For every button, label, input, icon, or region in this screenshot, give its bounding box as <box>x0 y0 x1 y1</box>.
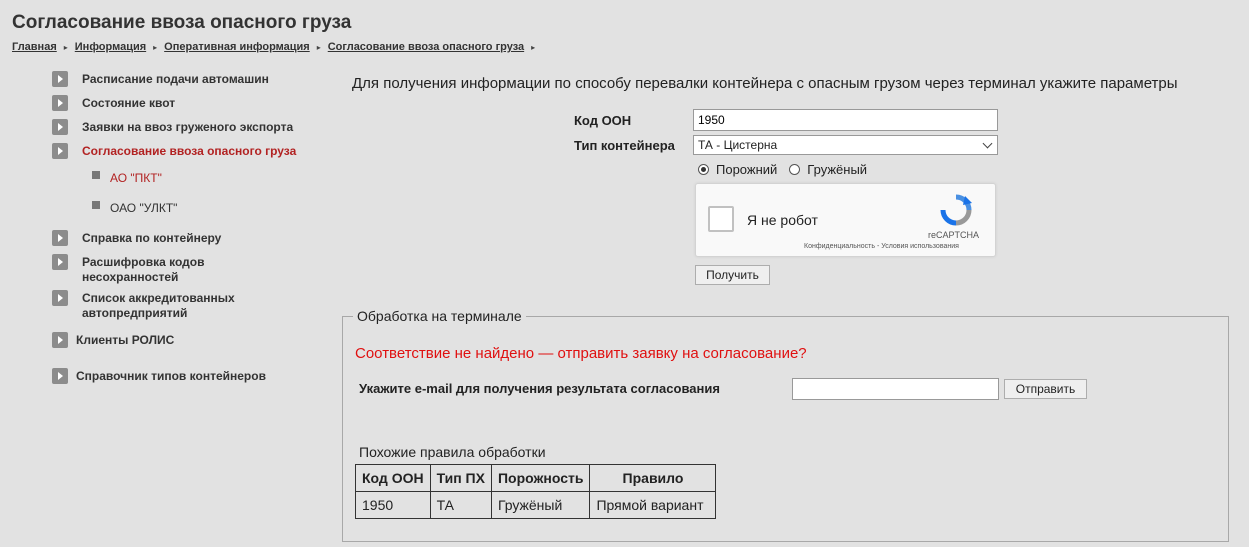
breadcrumb: Главная ▸ Информация ▸ Оперативная информаци… <box>12 41 542 53</box>
un-code-label: Код ООН <box>574 113 632 128</box>
arrow-right-icon <box>52 290 68 306</box>
sidebar-subitem-ulkt[interactable]: ОАО "УЛКТ" <box>92 201 177 215</box>
recaptcha-logo-icon <box>940 194 972 226</box>
sidebar-item-truck-schedule[interactable]: Расписание подачи автомашин <box>52 71 269 87</box>
sidebar-item-accredited-carriers[interactable]: Список аккредитованных автопредприятий <box>52 290 242 321</box>
similar-rules-title: Похожие правила обработки <box>359 444 546 460</box>
get-button[interactable]: Получить <box>695 265 770 285</box>
container-type-value: ТА - Цистерна <box>698 138 778 152</box>
recaptcha-label: Я не робот <box>747 212 818 228</box>
form-intro-text: Для получения информации по способу пере… <box>352 75 1178 92</box>
cell-un-code: 1950 <box>355 491 431 519</box>
sidebar-item-container-info[interactable]: Справка по контейнеру <box>52 230 221 246</box>
sidebar-item-label: Клиенты РОЛИС <box>76 333 175 347</box>
breadcrumb-operational-info[interactable]: Оперативная информация <box>164 41 310 53</box>
col-header-un-code: Код ООН <box>355 464 431 492</box>
cell-load-state: Гружёный <box>490 491 591 519</box>
bullet-square-icon <box>92 171 100 179</box>
sidebar-item-label: Заявки на ввоз груженого экспорта <box>82 120 294 134</box>
radio-loaded-label: Гружёный <box>807 162 868 177</box>
arrow-right-icon <box>52 254 68 270</box>
sidebar-item-label: Состояние квот <box>82 96 176 110</box>
sidebar-item-export-requests[interactable]: Заявки на ввоз груженого экспорта <box>52 119 293 135</box>
table-header-row: Код ООН Тип ПХ Порожность Правило <box>355 464 717 492</box>
terminal-processing-legend: Обработка на терминале <box>353 308 526 324</box>
breadcrumb-information[interactable]: Информация <box>75 41 146 53</box>
cell-rule: Прямой вариант <box>589 491 717 519</box>
sidebar-item-quota-status[interactable]: Состояние квот <box>52 95 175 111</box>
sidebar-item-label: Расшифровка кодов несохранностей <box>82 255 205 284</box>
un-code-input[interactable] <box>693 109 998 131</box>
breadcrumb-home[interactable]: Главная <box>12 41 57 53</box>
send-request-link[interactable]: Соответствие не найдено — отправить заяв… <box>355 345 807 362</box>
arrow-right-icon <box>52 230 68 246</box>
breadcrumb-dangerous-cargo[interactable]: Согласование ввоза опасного груза <box>328 41 524 53</box>
sidebar-subitem-pkt[interactable]: АО "ПКТ" <box>92 171 162 185</box>
sidebar-item-label: Список аккредитованных автопредприятий <box>82 291 235 320</box>
col-header-px-type: Тип ПХ <box>429 464 492 492</box>
breadcrumb-separator: ▸ <box>63 43 68 52</box>
sidebar-subitem-label: ОАО "УЛКТ" <box>110 201 178 215</box>
radio-empty-label: Порожний <box>716 162 778 177</box>
page-title: Согласование ввоза опасного груза <box>12 12 352 33</box>
arrow-right-icon <box>52 332 68 348</box>
cargo-state-radio-group: Порожний Гружёный <box>698 162 879 177</box>
send-button[interactable]: Отправить <box>1004 379 1087 399</box>
recaptcha-brand: reCAPTCHA <box>928 230 980 240</box>
arrow-right-icon <box>52 71 68 87</box>
table-row: 1950 ТА Гружёный Прямой вариант <box>355 491 717 519</box>
container-type-label: Тип контейнера <box>574 138 675 153</box>
breadcrumb-separator: ▸ <box>316 43 321 52</box>
recaptcha-widget: Я не робот reCAPTCHA Конфиденциальность … <box>695 183 996 257</box>
col-header-rule: Правило <box>589 464 717 492</box>
sidebar-subitem-label: АО "ПКТ" <box>110 171 162 185</box>
similar-rules-table: Код ООН Тип ПХ Порожность Правило 1950 Т… <box>355 464 717 519</box>
sidebar-item-damage-codes[interactable]: Расшифровка кодов несохранностей <box>52 254 232 285</box>
container-type-select[interactable]: ТА - Цистерна <box>693 135 998 155</box>
radio-empty[interactable] <box>698 164 709 175</box>
email-label: Укажите e-mail для получения результата … <box>359 381 720 396</box>
sidebar-item-label: Согласование ввоза опасного груза <box>82 144 297 158</box>
sidebar-item-label: Расписание подачи автомашин <box>82 72 269 86</box>
email-input[interactable] <box>792 378 999 400</box>
recaptcha-terms-link[interactable]: Конфиденциальность - Условия использован… <box>804 243 959 250</box>
sidebar-item-rolis-clients[interactable]: Клиенты РОЛИС <box>52 332 174 348</box>
breadcrumb-separator: ▸ <box>153 43 158 52</box>
arrow-right-icon <box>52 119 68 135</box>
sidebar-item-dangerous-cargo[interactable]: Согласование ввоза опасного груза <box>52 143 296 159</box>
arrow-right-icon <box>52 95 68 111</box>
bullet-square-icon <box>92 201 100 209</box>
breadcrumb-separator: ▸ <box>531 43 536 52</box>
radio-loaded[interactable] <box>789 164 801 175</box>
arrow-right-icon <box>52 368 68 384</box>
col-header-load-state: Порожность <box>490 464 591 492</box>
arrow-right-icon <box>52 143 68 159</box>
cell-px-type: ТА <box>429 491 492 519</box>
sidebar-item-label: Справочник типов контейнеров <box>76 369 266 383</box>
sidebar-item-label: Справка по контейнеру <box>82 231 222 245</box>
sidebar-item-container-types[interactable]: Справочник типов контейнеров <box>52 368 266 384</box>
recaptcha-checkbox[interactable] <box>708 206 734 232</box>
chevron-down-icon <box>982 138 993 148</box>
